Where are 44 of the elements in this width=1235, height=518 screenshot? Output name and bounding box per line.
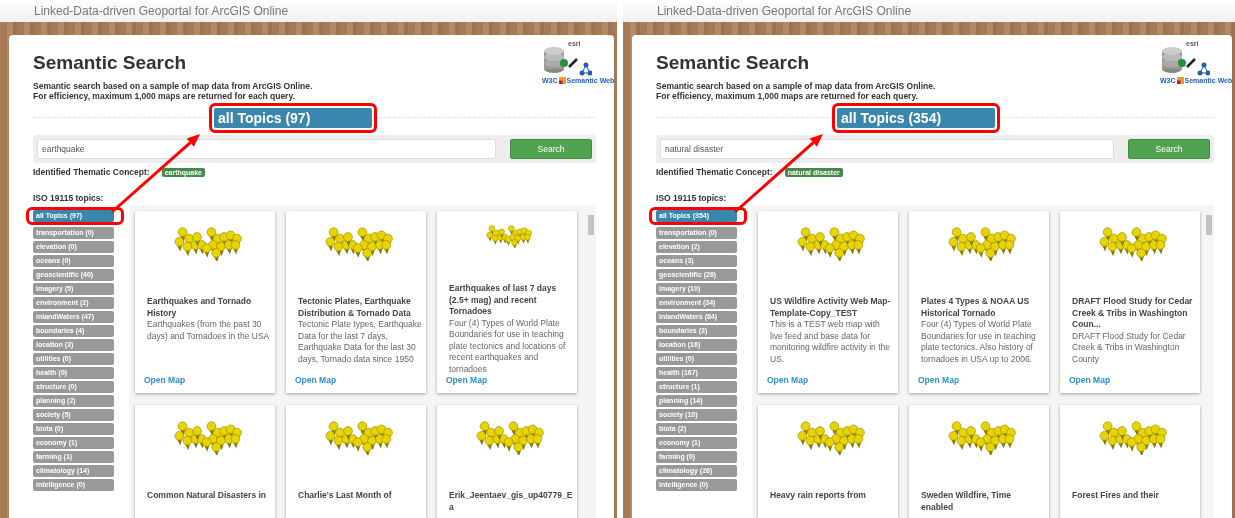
page-title: Semantic Search xyxy=(656,52,811,74)
search-button[interactable]: Search xyxy=(1128,139,1210,159)
open-map-link[interactable]: Open Map xyxy=(295,375,422,385)
map-title: Tectonic Plates, Earthquake Distribution & Tornado Data xyxy=(298,296,412,319)
map-title: Plates 4 Types & NOAA US Historical Tornado xyxy=(921,296,1031,319)
map-title: Forest Fires and their xyxy=(1072,490,1160,502)
map-description: This is a TEST web map with live feed and base data for monitoring wildfire activity in the US. xyxy=(770,319,891,365)
description-text: Semantic search based on a sample of map data from ArcGIS Online. xyxy=(656,81,936,91)
topics-label: ISO 19115 topics: xyxy=(33,193,105,203)
topics-label: ISO 19115 topics: xyxy=(656,193,728,203)
description-text: For efficiency, maximum 1,000 maps are returned for each query. xyxy=(33,91,296,101)
map-description: Earthquakes (from the past 30 days) and Tornadoes in the USA xyxy=(147,319,271,342)
site-title: Linked-Data-driven Geoportal for ArcGIS Online xyxy=(656,4,912,18)
map-description: Tectonic Plate types, Earthquake Data for the last 7 days, Earthquake Data for the last 30 days, Tornado data since 1950 xyxy=(298,319,422,365)
open-map-link[interactable]: Open Map xyxy=(1069,375,1196,385)
site-title: Linked-Data-driven Geoportal for ArcGIS Online xyxy=(33,4,289,18)
map-title: Earthquakes of last 7 days (2.5+ mag) and recent Tornadoes xyxy=(449,283,558,318)
map-description: Four (4) Types of World Plate Boundaries for use in teaching plate tectonics and locations of recent earthquakes and tornadoes xyxy=(449,317,567,375)
open-map-link[interactable]: Open Map xyxy=(767,375,894,385)
topic-callout: all Topics (97) xyxy=(214,108,372,128)
open-map-link[interactable]: Open Map xyxy=(446,375,573,385)
concept-label: Identified Thematic Concept: xyxy=(656,167,773,177)
search-button[interactable]: Search xyxy=(510,139,592,159)
search-field[interactable]: earthquake xyxy=(37,139,496,159)
cube-icon xyxy=(1176,77,1184,84)
map-title: Earthquakes and Tornado History xyxy=(147,296,253,319)
map-title: US Wildfire Activity Web Map-Template-Copy_TEST xyxy=(770,296,892,319)
map-title: Charlie's Last Month of xyxy=(298,490,393,502)
concept-label: Identified Thematic Concept: xyxy=(33,167,150,177)
description-text: For efficiency, maximum 1,000 maps are returned for each query. xyxy=(656,91,919,101)
map-description: DRAFT Flood Study for Cedar Creek & Tribs in Washington County xyxy=(1072,330,1187,365)
description-text: Semantic search based on a sample of map data from ArcGIS Online. xyxy=(33,81,313,91)
map-title: Common Natural Disasters in xyxy=(147,490,268,502)
topic-callout: all Topics (354) xyxy=(837,108,995,128)
cube-icon xyxy=(558,77,566,84)
map-title: DRAFT Flood Study for Cedar Creek & Tribs in Washington Coun... xyxy=(1072,296,1194,331)
open-map-link[interactable]: Open Map xyxy=(144,375,271,385)
map-title: Sweden Wildfire, Time enabled xyxy=(921,490,1012,513)
map-description: Four (4) Types of World Plate Boundaries for use in teaching plate tectonics. Also history of tornadoes in USA up to 2006. xyxy=(921,319,1037,365)
open-map-link[interactable]: Open Map xyxy=(918,375,1045,385)
map-title: Erik_Jeentaev_gis_up40779_Ea xyxy=(449,490,573,513)
page-title: Semantic Search xyxy=(33,52,188,74)
map-title: Heavy rain reports from xyxy=(770,490,867,502)
search-field[interactable]: natural disaster xyxy=(660,139,1114,159)
